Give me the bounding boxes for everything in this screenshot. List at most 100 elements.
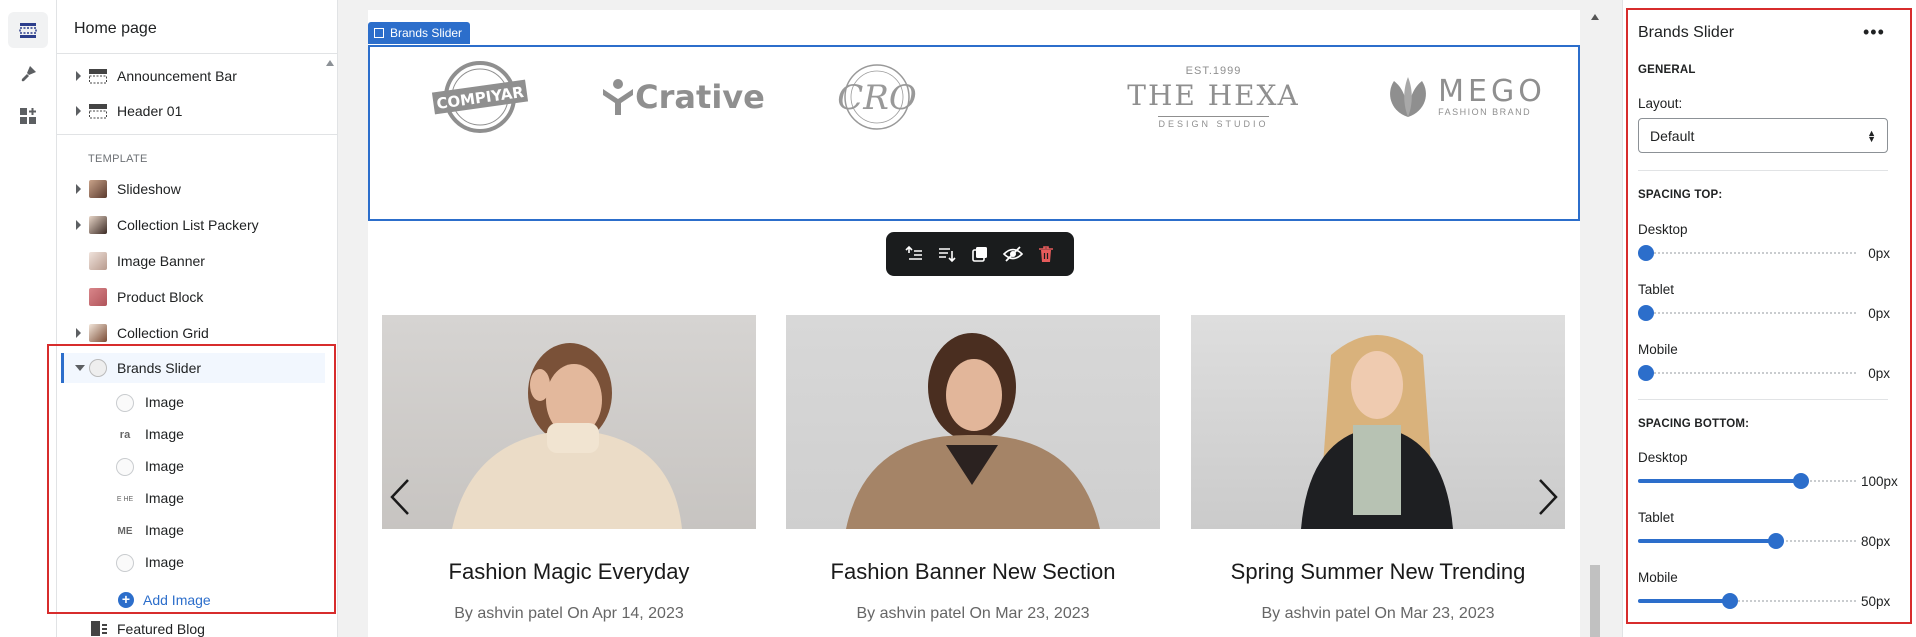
- tree-child-image[interactable]: Image: [57, 451, 327, 481]
- slider-knob[interactable]: [1638, 245, 1654, 261]
- blog-card-image[interactable]: [382, 315, 756, 529]
- spacing-bottom-mobile-slider[interactable]: [1638, 593, 1856, 609]
- tree-child-label: Image: [145, 426, 184, 442]
- theme-settings-icon[interactable]: [8, 56, 48, 92]
- eye-off-icon: [1003, 246, 1023, 262]
- blog-photo: [452, 343, 682, 529]
- settings-title: Brands Slider: [1638, 24, 1735, 41]
- spacing-top-mobile-label: Mobile: [1638, 342, 1678, 357]
- blog-card-meta: By ashvin patel On Mar 23, 2023: [1261, 605, 1495, 622]
- brand-name: Crative: [635, 78, 765, 116]
- blog-card-title[interactable]: Spring Summer New Trending: [1191, 559, 1565, 585]
- expand-caret-icon[interactable]: [76, 184, 81, 194]
- spacing-top-tablet-slider[interactable]: [1638, 305, 1856, 321]
- brand-est-label: EST.1999: [1185, 65, 1242, 77]
- tree-item-label: Image Banner: [117, 253, 205, 269]
- app-rail: [0, 0, 57, 637]
- image-thumbnail: ME: [117, 525, 133, 537]
- blog-card[interactable]: Fashion Banner New Section By ashvin pat…: [786, 315, 1160, 623]
- spacing-top-desktop-value: 0px: [1868, 246, 1890, 261]
- slider-knob[interactable]: [1768, 533, 1785, 549]
- spacing-bottom-tablet-slider[interactable]: [1638, 533, 1856, 549]
- slider-fill: [1638, 479, 1802, 483]
- layout-label: Layout:: [1638, 96, 1683, 111]
- brand-logo-cro[interactable]: CRO: [817, 57, 937, 137]
- apps-icon[interactable]: [8, 98, 48, 134]
- expand-caret-icon[interactable]: [76, 106, 81, 116]
- blog-card[interactable]: Spring Summer New Trending By ashvin pat…: [1191, 315, 1565, 623]
- tree-child-label: Image: [145, 554, 184, 570]
- spacing-bottom-desktop-value: 100px: [1861, 474, 1898, 489]
- tree-item-label: Featured Blog: [117, 621, 205, 637]
- image-banner-thumbnail: [89, 252, 107, 270]
- collection-grid-thumbnail: [89, 324, 107, 342]
- expand-caret-icon[interactable]: [76, 220, 81, 230]
- blog-card-image[interactable]: [1191, 315, 1565, 529]
- spacing-top-mobile-value: 0px: [1868, 366, 1890, 381]
- tree-item-announcement-bar[interactable]: Announcement Bar: [57, 61, 327, 91]
- move-up-button[interactable]: [901, 241, 927, 267]
- slider-knob[interactable]: [1722, 593, 1738, 609]
- spacing-bottom-desktop-slider[interactable]: [1638, 473, 1856, 489]
- expand-caret-icon[interactable]: [76, 328, 81, 338]
- tree-item-slideshow[interactable]: Slideshow: [57, 174, 327, 204]
- slider-fill: [1638, 599, 1730, 603]
- brand-logo-the-hexa[interactable]: EST.1999 THE HEXA DESIGN STUDIO: [1126, 57, 1301, 137]
- brands-slider-section[interactable]: COMPIYAR Crative CRO EST.1999 THE HEXA D…: [368, 45, 1580, 221]
- tree-item-image-banner[interactable]: Image Banner: [57, 246, 327, 276]
- slider-knob[interactable]: [1638, 305, 1654, 321]
- slider-knob[interactable]: [1793, 473, 1810, 489]
- image-thumbnail: [116, 458, 134, 476]
- tree-child-label: Image: [145, 490, 184, 506]
- layout-select[interactable]: Default ▲ ▼: [1638, 118, 1888, 153]
- tree-item-label: Collection List Packery: [117, 217, 259, 233]
- add-image-label: Add Image: [143, 592, 211, 608]
- blog-card-image[interactable]: [786, 315, 1160, 529]
- tree-item-product-block[interactable]: Product Block: [57, 282, 327, 312]
- tree-item-collection-grid[interactable]: Collection Grid: [57, 318, 327, 348]
- leaf-icon: [1390, 77, 1427, 117]
- spacing-top-desktop-slider[interactable]: [1638, 245, 1856, 261]
- slider-next-button[interactable]: [1538, 478, 1558, 519]
- duplicate-button[interactable]: [967, 241, 993, 267]
- spacing-top-tablet-label: Tablet: [1638, 282, 1675, 297]
- store-preview: Brands Slider COMPIYAR Crative CRO EST.1…: [368, 10, 1580, 637]
- tree-child-image[interactable]: Image: [57, 387, 327, 417]
- tree-item-header[interactable]: Header 01: [57, 96, 327, 126]
- blog-card-title[interactable]: Fashion Banner New Section: [786, 559, 1160, 585]
- tree-child-label: Image: [145, 394, 184, 410]
- brand-logo-compiyar[interactable]: COMPIYAR: [420, 57, 540, 137]
- brand-logo-crative[interactable]: Crative: [598, 57, 768, 137]
- expand-caret-icon[interactable]: [76, 71, 81, 81]
- tree-child-image[interactable]: Image: [57, 547, 327, 577]
- slider-knob[interactable]: [1638, 365, 1654, 381]
- tree-item-featured-blog[interactable]: Featured Blog: [57, 614, 327, 637]
- collapse-caret-icon[interactable]: [75, 365, 85, 371]
- brand-name: MEGO: [1438, 74, 1546, 109]
- divider: [1638, 399, 1888, 400]
- spacing-bottom-mobile-label: Mobile: [1638, 570, 1678, 585]
- blog-card-meta: By ashvin patel On Mar 23, 2023: [856, 605, 1090, 622]
- preview-scrollbar[interactable]: [1588, 10, 1602, 637]
- hide-button[interactable]: [1000, 241, 1026, 267]
- delete-button[interactable]: [1033, 241, 1059, 267]
- add-image-button[interactable]: + Add Image: [118, 592, 211, 608]
- tree-child-image[interactable]: ra Image: [57, 419, 327, 449]
- tree-child-image[interactable]: E HE Image: [57, 483, 327, 513]
- move-down-button[interactable]: [934, 241, 960, 267]
- plus-icon: +: [118, 592, 134, 608]
- sections-icon[interactable]: [8, 12, 48, 48]
- section-tag-brands-slider[interactable]: Brands Slider: [368, 22, 471, 44]
- section-toolbar: [886, 232, 1074, 276]
- blog-card-title[interactable]: Fashion Magic Everyday: [382, 559, 756, 585]
- brand-logo-mego[interactable]: MEGO FASHION BRAND: [1380, 57, 1550, 137]
- tree-item-collection-list-packery[interactable]: Collection List Packery: [57, 210, 327, 240]
- spacing-top-mobile-slider[interactable]: [1638, 365, 1856, 381]
- tree-item-brands-slider[interactable]: Brands Slider: [61, 353, 325, 383]
- image-thumbnail: ra: [119, 429, 131, 441]
- tree-child-image[interactable]: ME Image: [57, 515, 327, 545]
- blog-card[interactable]: Fashion Magic Everyday By ashvin patel O…: [382, 315, 756, 623]
- slider-prev-button[interactable]: [390, 478, 410, 519]
- divider: [57, 53, 337, 54]
- more-options-button[interactable]: •••: [1863, 22, 1885, 43]
